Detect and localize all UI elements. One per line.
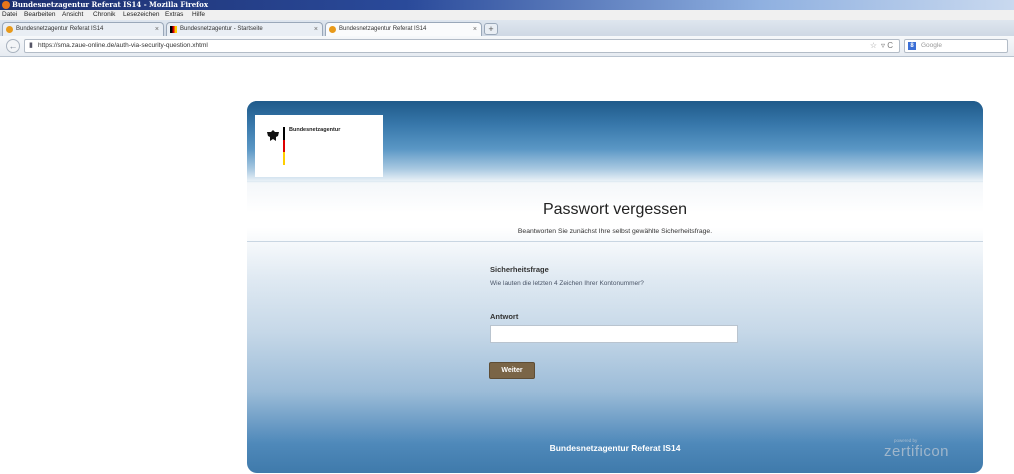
lock-icon: ▮ [29, 42, 33, 49]
back-button[interactable]: ← [6, 39, 20, 53]
answer-label: Antwort [490, 312, 519, 321]
reload-icon[interactable]: ▿ C [881, 40, 893, 52]
url-bar[interactable]: ▮ https://sma.zaue-online.de/auth-via-se… [24, 39, 900, 53]
info-icon [6, 26, 13, 33]
answer-input[interactable] [490, 325, 738, 343]
info-icon [329, 26, 336, 33]
flag-icon [170, 26, 177, 33]
menu-item-lesezeichen[interactable]: Lesezeichen [123, 10, 160, 20]
tab-startseite[interactable]: Bundesnetzagentur - Startseite × [166, 22, 323, 36]
page-subtitle: Beantworten Sie zunächst Ihre selbst gew… [517, 228, 713, 235]
menu-item-ansicht[interactable]: Ansicht [62, 10, 83, 20]
menu-item-bearbeiten[interactable]: Bearbeiten [24, 10, 55, 20]
bookmark-star-icon[interactable]: ☆ [870, 40, 877, 52]
tab-label: Bundesnetzagentur - Startseite [180, 26, 263, 32]
search-engine-icon[interactable]: 8 [908, 42, 916, 50]
tab-referat-active[interactable]: Bundesnetzagentur Referat IS14 × [325, 22, 482, 36]
tab-label: Bundesnetzagentur Referat IS14 [339, 26, 427, 32]
divider [247, 241, 983, 242]
security-question-text: Wie lauten die letzten 4 Zeichen Ihrer K… [490, 280, 644, 287]
badge-name: zertificon [884, 443, 950, 460]
menu-item-datei[interactable]: Datei [2, 10, 17, 20]
menu-item-hilfe[interactable]: Hilfe [192, 10, 205, 20]
tab-label: Bundesnetzagentur Referat IS14 [16, 26, 104, 32]
tab-referat-1[interactable]: Bundesnetzagentur Referat IS14 × [2, 22, 164, 36]
eagle-icon [267, 130, 279, 141]
weiter-button[interactable]: Weiter [489, 362, 535, 379]
footer-text: Bundesnetzagentur Referat IS14 [549, 443, 681, 453]
search-placeholder: Google [921, 42, 942, 49]
logo-text: Bundesnetzagentur [289, 127, 341, 133]
close-icon[interactable]: × [314, 23, 318, 36]
navigation-bar: ← ▮ https://sma.zaue-online.de/auth-via-… [0, 36, 1014, 57]
url-text[interactable]: https://sma.zaue-online.de/auth-via-secu… [38, 40, 208, 52]
logo: Bundesnetzagentur [255, 115, 383, 177]
login-card: Bundesnetzagentur Passwort vergessen Bea… [247, 101, 983, 473]
close-icon[interactable]: × [155, 23, 159, 36]
search-bar[interactable]: 8 Google [904, 39, 1008, 53]
security-question-label: Sicherheitsfrage [490, 265, 549, 274]
menu-item-chronik[interactable]: Chronik [93, 10, 115, 20]
window-title-bar: Bundesnetzagentur Referat IS14 - Mozilla… [0, 0, 1014, 10]
firefox-icon [2, 1, 10, 9]
new-tab-button[interactable]: + [484, 23, 498, 35]
tab-bar: Bundesnetzagentur Referat IS14 × Bundesn… [0, 20, 1014, 37]
page-title: Passwort vergessen [542, 201, 688, 218]
menu-bar: Datei Bearbeiten Ansicht Chronik Lesezei… [0, 10, 1014, 20]
close-icon[interactable]: × [473, 23, 477, 36]
page-header: Bundesnetzagentur [247, 101, 983, 181]
zertificon-badge: powered by zertificon [884, 438, 974, 460]
menu-item-extras[interactable]: Extras [165, 10, 183, 20]
window-title: Bundesnetzagentur Referat IS14 - Mozilla… [12, 0, 209, 9]
flag-stripe [283, 127, 285, 165]
